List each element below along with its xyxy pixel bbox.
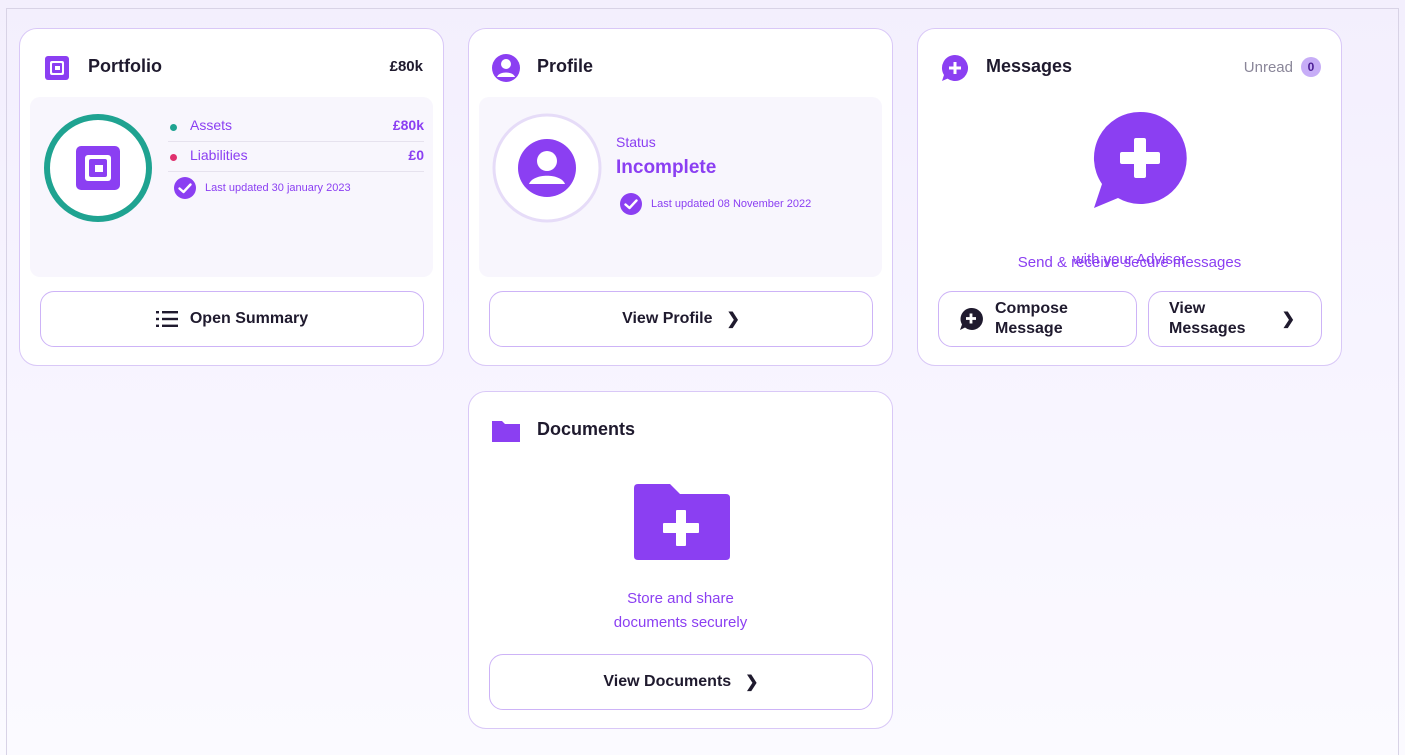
open-summary-button[interactable]: Open Summary bbox=[40, 291, 424, 347]
assets-dot bbox=[170, 124, 177, 131]
liabilities-value: £0 bbox=[408, 147, 424, 163]
documents-card: Documents Store and share documents secu… bbox=[468, 391, 893, 729]
messages-body: Send & receive secure messages bbox=[928, 97, 1331, 277]
folder-plus-icon bbox=[634, 484, 730, 560]
chevron-right-icon: ❯ bbox=[726, 311, 740, 328]
messages-header: Messages Unread 0 bbox=[918, 29, 1341, 97]
user-icon bbox=[492, 54, 520, 82]
compose-message-label: Compose Message bbox=[995, 299, 1068, 339]
assets-value: £80k bbox=[392, 117, 424, 133]
view-profile-label: View Profile bbox=[622, 310, 713, 327]
profile-body: Status Incomplete Last updated 08 Novemb… bbox=[479, 97, 882, 277]
wallet-icon bbox=[45, 56, 69, 80]
view-label-line-1: View bbox=[1169, 300, 1206, 317]
check-circle-icon bbox=[620, 193, 642, 215]
folder-icon bbox=[492, 421, 520, 442]
portfolio-title: Portfolio bbox=[88, 56, 162, 76]
unread-label: Unread bbox=[1243, 59, 1293, 76]
assets-row: Assets £80k bbox=[168, 117, 424, 142]
documents-header: Documents bbox=[469, 392, 892, 460]
profile-card: Profile Status Incomplete Last updated 0… bbox=[468, 28, 893, 366]
documents-body: Store and share documents securely bbox=[479, 460, 882, 640]
documents-description-1: Store and share bbox=[627, 590, 734, 607]
view-messages-label: View Messages bbox=[1169, 299, 1246, 339]
liabilities-dot bbox=[170, 154, 177, 161]
chat-plus-large-icon bbox=[1093, 111, 1187, 208]
profile-updated: Last updated 08 November 2022 bbox=[651, 198, 812, 210]
check-circle-icon bbox=[174, 177, 196, 199]
messages-card: Messages Unread 0 Send & receive secure … bbox=[917, 28, 1342, 366]
view-documents-button[interactable]: View Documents ❯ bbox=[489, 654, 873, 710]
messages-title: Messages bbox=[986, 56, 1073, 76]
documents-description-2: documents securely bbox=[613, 614, 748, 631]
chat-plus-icon bbox=[941, 54, 969, 81]
profile-status-value: Incomplete bbox=[616, 157, 717, 178]
view-profile-button[interactable]: View Profile ❯ bbox=[489, 291, 873, 347]
list-icon bbox=[155, 311, 178, 327]
unread-count-badge: 0 bbox=[1301, 57, 1321, 77]
portfolio-updated: Last updated 30 january 2023 bbox=[205, 182, 351, 194]
portfolio-ring-icon bbox=[44, 114, 152, 222]
compose-label-line-2: Message bbox=[995, 320, 1063, 337]
chevron-right-icon: ❯ bbox=[745, 674, 759, 691]
portfolio-card: Portfolio £80k Assets £80k Liabilities £… bbox=[19, 28, 444, 366]
view-messages-button[interactable]: View Messages ❯ bbox=[1148, 291, 1322, 347]
chat-plus-icon bbox=[960, 307, 983, 330]
view-documents-label: View Documents bbox=[603, 673, 732, 690]
view-label-line-2: Messages bbox=[1169, 320, 1246, 337]
assets-label: Assets bbox=[190, 117, 233, 133]
open-summary-label: Open Summary bbox=[189, 310, 309, 327]
portfolio-total: £80k bbox=[389, 58, 423, 75]
chevron-right-icon: ❯ bbox=[1281, 311, 1295, 328]
profile-title: Profile bbox=[537, 56, 594, 76]
messages-description-2: with your Adviser bbox=[1072, 251, 1187, 268]
compose-label-line-1: Compose bbox=[995, 300, 1068, 317]
liabilities-label: Liabilities bbox=[190, 147, 248, 163]
profile-avatar-icon bbox=[492, 113, 602, 223]
portfolio-header: Portfolio £80k bbox=[20, 29, 443, 97]
portfolio-body: Assets £80k Liabilities £0 Last updated … bbox=[30, 97, 433, 277]
profile-header: Profile bbox=[469, 29, 892, 97]
compose-message-button[interactable]: Compose Message bbox=[938, 291, 1137, 347]
profile-status-label: Status bbox=[616, 134, 656, 150]
documents-title: Documents bbox=[537, 419, 636, 439]
liabilities-row: Liabilities £0 bbox=[168, 147, 424, 172]
